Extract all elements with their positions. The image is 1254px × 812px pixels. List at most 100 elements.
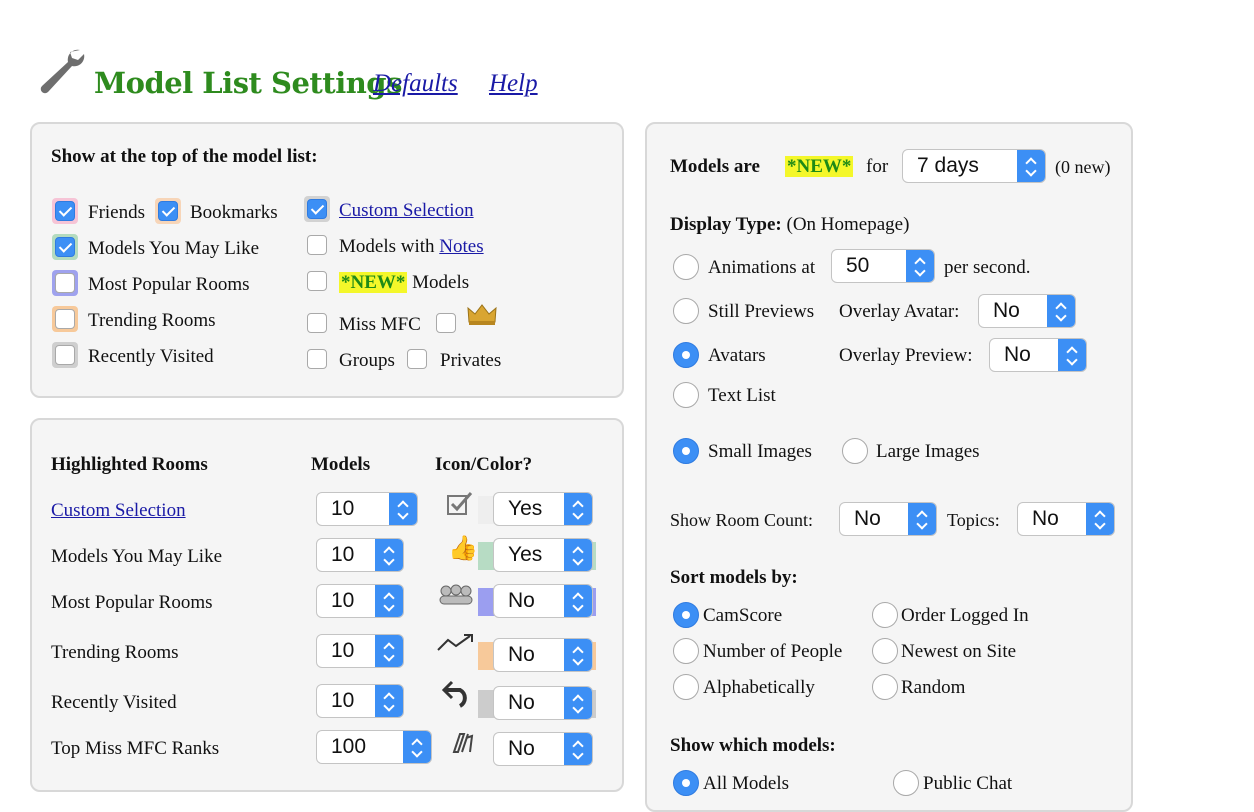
models-you-may-like-checkbox[interactable] [52,234,78,260]
large-images-radio[interactable] [842,438,868,464]
models-you-may-like-models-select[interactable]: 10 [316,538,404,572]
custom-selection-models-select[interactable]: 10 [316,492,418,526]
sort-camscore-radio[interactable] [673,602,699,628]
sort-random-label: Random [901,677,966,698]
groups-label: Groups [339,350,395,371]
trending-icon [437,634,473,651]
icon-color-column-header: Icon/Color? [435,454,533,475]
recently-visited-label: Recently Visited [88,346,214,367]
groups-checkbox[interactable] [304,346,330,372]
friends-label: Friends [88,202,145,223]
top-miss-mfc-icon-select[interactable]: No [493,732,593,766]
animations-radio[interactable] [673,254,699,280]
undo-arrow-icon [442,680,467,708]
sort-alphabetically-radio[interactable] [673,674,699,700]
bookmarks-checkbox[interactable] [155,198,181,224]
privates-checkbox[interactable] [404,346,430,372]
most-popular-row-label: Most Popular Rooms [51,592,213,613]
new-period-select[interactable]: 7 days [902,149,1046,183]
most-popular-icon-select[interactable]: No [493,584,593,618]
custom-selection-row-link[interactable]: Custom Selection [51,500,186,522]
highlighted-heading: Highlighted Rooms [51,454,208,475]
show-room-count-label: Show Room Count: [670,510,814,530]
most-popular-checkbox[interactable] [52,270,78,296]
new-count: (0 new) [1055,157,1111,177]
show-top-heading: Show at the top of the model list: [51,146,318,167]
text-list-label: Text List [708,385,776,406]
models-with-notes-checkbox[interactable] [304,232,330,258]
new-models-checkbox[interactable] [304,268,330,294]
miss-mfc-checkbox[interactable] [304,310,330,336]
trending-checkbox[interactable] [52,306,78,332]
notes-link[interactable]: Notes [439,236,483,257]
topics-label: Topics: [947,510,1000,530]
all-models-radio[interactable] [673,770,699,796]
display-type-label: Display Type: (On Homepage) [670,214,910,235]
top-miss-mfc-row-label: Top Miss MFC Ranks [51,738,220,759]
sort-alphabetically-label: Alphabetically [703,677,815,698]
most-popular-models-select[interactable]: 10 [316,584,404,618]
most-popular-label: Most Popular Rooms [88,274,250,295]
privates-label: Privates [440,350,502,371]
defaults-link[interactable]: Defaults [373,70,458,98]
recently-visited-models-select[interactable]: 10 [316,684,404,718]
top-miss-mfc-models-select[interactable]: 100 [316,730,432,764]
sort-number-of-people-label: Number of People [703,641,843,662]
room-count-select[interactable]: No [839,502,937,536]
thumbs-up-icon: 👍 [448,534,478,562]
trending-label: Trending Rooms [88,310,216,331]
small-images-radio[interactable] [673,438,699,464]
bookmarks-label: Bookmarks [190,202,278,223]
show-top-panel: Show at the top of the model list: Frien… [30,122,624,398]
for-label: for [866,156,889,177]
overlay-preview-select[interactable]: No [989,338,1087,372]
animation-rate-select[interactable]: 50 [831,249,935,283]
help-link[interactable]: Help [489,70,538,98]
new-tag: *NEW* [785,156,854,177]
avatars-radio[interactable] [673,342,699,368]
sort-number-of-people-radio[interactable] [673,638,699,664]
crown-icon [467,304,497,325]
public-chat-label: Public Chat [923,773,1013,794]
miss-mfc-label: Miss MFC [339,314,421,335]
text-list-radio[interactable] [673,382,699,408]
recently-visited-checkbox[interactable] [52,342,78,368]
topics-select[interactable]: No [1017,502,1115,536]
sort-newest-radio[interactable] [872,638,898,664]
rank-icon [452,733,474,753]
sort-order-logged-in-label: Order Logged In [901,605,1029,626]
trending-icon-select[interactable]: No [493,638,593,672]
friends-checkbox[interactable] [52,198,78,224]
show-which-heading: Show which models: [670,735,836,756]
models-with-notes-label: Models with Notes [339,236,484,257]
miss-mfc-crown-checkbox[interactable] [433,310,459,336]
per-second-label: per second. [944,257,1031,278]
new-models-label: *NEW* Models [339,272,470,293]
overlay-avatar-select[interactable]: No [978,294,1076,328]
display-settings-panel: Models are *NEW* for 7 days (0 new) Disp… [645,122,1133,812]
sort-camscore-label: CamScore [703,605,783,626]
checkbox-icon [447,492,473,515]
models-you-may-like-icon-select[interactable]: Yes [493,538,593,572]
custom-selection-checkbox[interactable] [304,196,330,222]
page-title: Model List Settings [94,66,402,100]
large-images-label: Large Images [876,441,980,462]
overlay-preview-label: Overlay Preview: [839,345,973,366]
trending-row-label: Trending Rooms [51,642,179,663]
recently-visited-icon-select[interactable]: No [493,686,593,720]
trending-models-select[interactable]: 10 [316,634,404,668]
still-previews-radio[interactable] [673,298,699,324]
all-models-label: All Models [703,773,790,794]
avatars-label: Avatars [708,345,766,366]
still-previews-label: Still Previews [708,301,815,322]
custom-selection-link[interactable]: Custom Selection [339,200,474,222]
sort-random-radio[interactable] [872,674,898,700]
sort-heading: Sort models by: [670,567,798,588]
recently-visited-row-label: Recently Visited [51,692,177,713]
animations-label: Animations at [708,257,816,278]
wrench-icon [40,49,85,94]
public-chat-radio[interactable] [893,770,919,796]
custom-selection-icon-select[interactable]: Yes [493,492,593,526]
sort-newest-label: Newest on Site [901,641,1017,662]
sort-order-logged-in-radio[interactable] [872,602,898,628]
